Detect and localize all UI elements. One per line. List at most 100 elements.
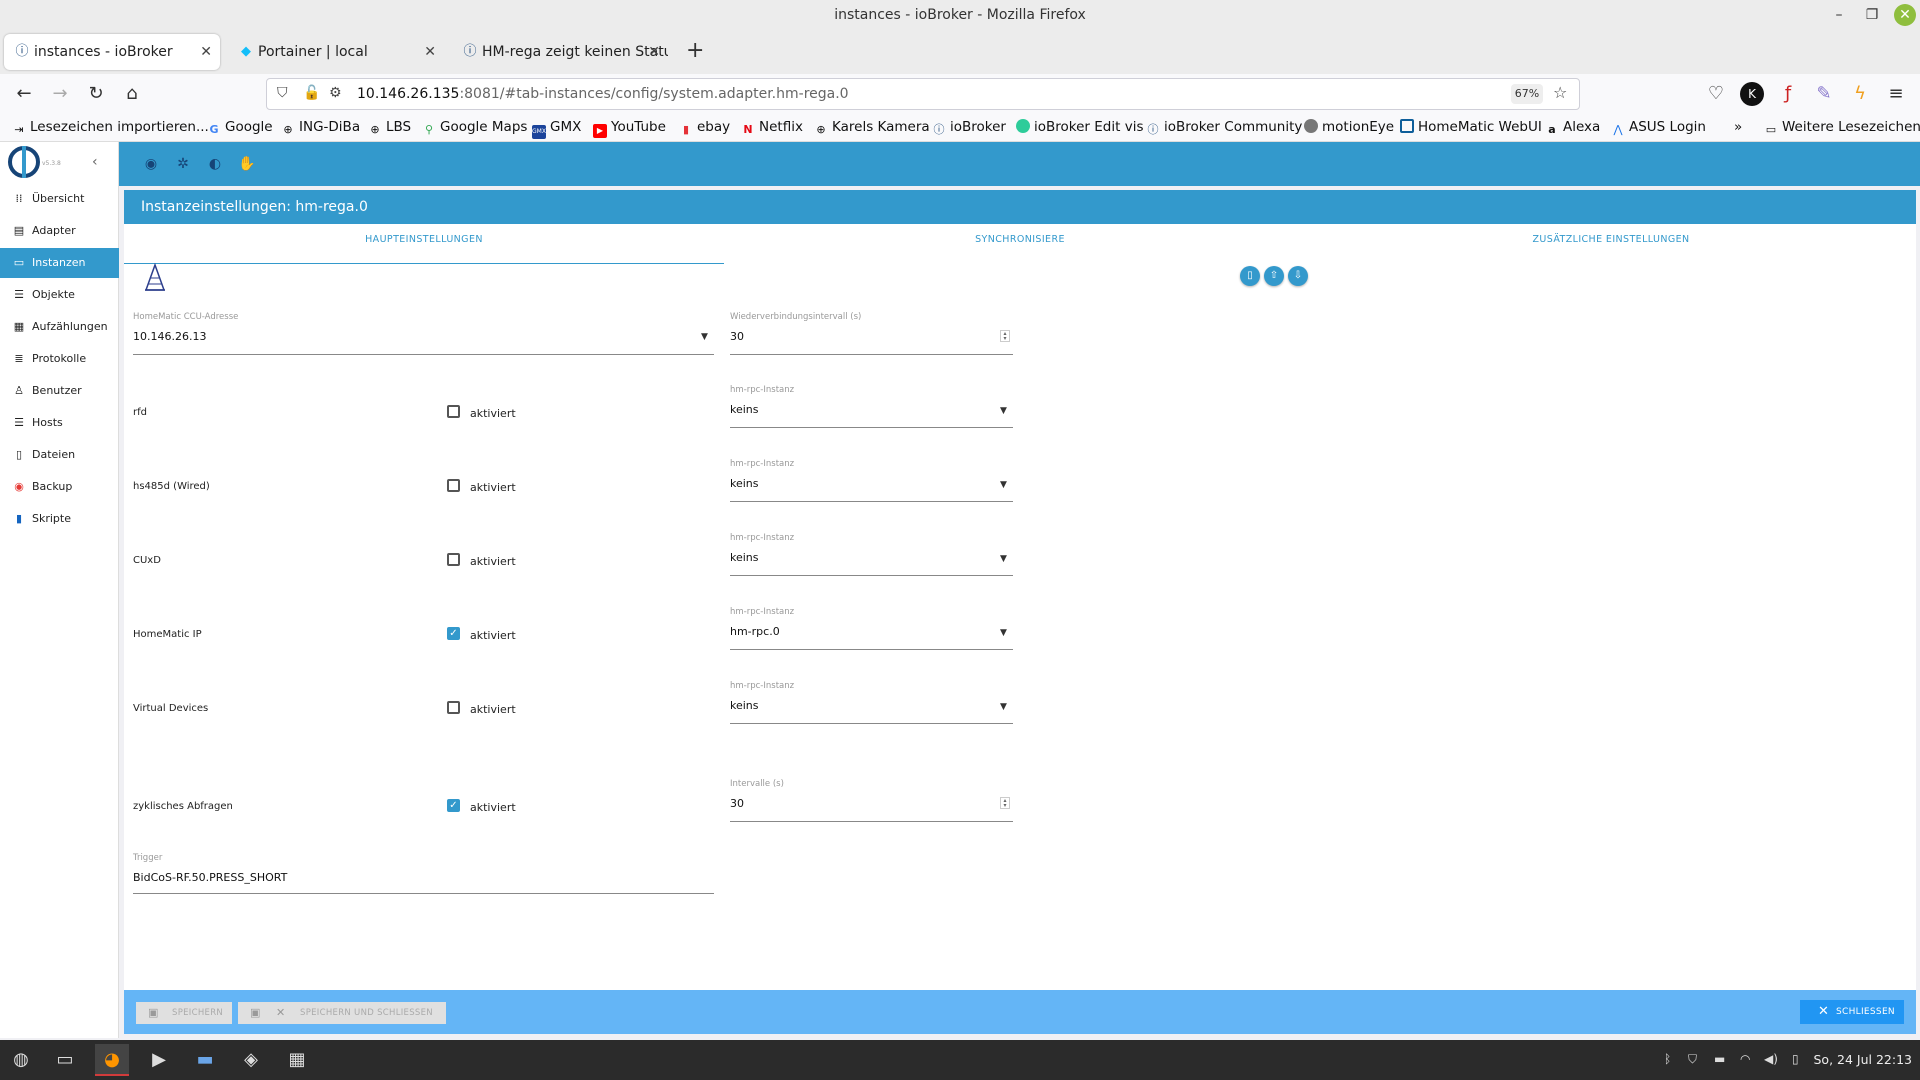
sidebar-item-instanzen[interactable]: ▭ Instanzen — [0, 248, 119, 278]
zoom-indicator[interactable]: 67% — [1511, 84, 1543, 104]
home-icon[interactable]: ⌂ — [120, 82, 144, 106]
reload-icon[interactable]: ↻ — [84, 82, 108, 106]
bookmark-item[interactable]: a Alexa — [1545, 119, 1600, 137]
browser-tab-portainer[interactable]: ◆ Portainer | local ✕ — [228, 34, 444, 70]
chevron-left-icon[interactable]: ‹ — [92, 154, 98, 170]
bookmark-folder-other[interactable]: ▭ Weitere Lesezeichen — [1764, 119, 1920, 137]
cuxd-instance-select[interactable]: keins — [730, 551, 759, 564]
show-desktop-icon[interactable]: ▭ — [48, 1044, 82, 1076]
close-tab-icon[interactable]: ✕ — [648, 34, 660, 70]
account-icon[interactable]: K — [1740, 82, 1764, 106]
browser-tab-forum[interactable]: ⓘ HM-rega zeigt keinen Status ✕ — [452, 34, 668, 70]
hs485d-checkbox[interactable] — [447, 479, 460, 492]
close-window-icon[interactable]: ✕ — [1894, 4, 1916, 26]
bluetooth-icon[interactable]: ᛒ — [1664, 1052, 1671, 1066]
homematic-ip-checkbox[interactable]: ✓ — [447, 627, 460, 640]
files-folder-icon[interactable]: ▬ — [188, 1044, 222, 1076]
bookmark-item[interactable]: ⚲ Google Maps — [422, 119, 527, 137]
spreadsheet-icon[interactable]: ▦ — [280, 1044, 314, 1076]
maximize-icon[interactable]: ❐ — [1861, 4, 1883, 26]
bookmark-item[interactable]: GMX GMX — [532, 119, 581, 139]
keyboard-icon[interactable]: ▬ — [1714, 1052, 1725, 1066]
bookmark-star-icon[interactable]: ☆ — [1553, 83, 1567, 102]
bookmark-item[interactable]: ▮ ebay — [679, 119, 730, 137]
sidebar-item-protokolle[interactable]: ≣ Protokolle — [0, 344, 119, 374]
bookmark-item[interactable]: ⊕ LBS — [368, 119, 411, 137]
security-shield-icon[interactable]: ⛉ — [1688, 1052, 1697, 1067]
sidebar-item-uebersicht[interactable]: ⁞⁞ Übersicht — [0, 184, 119, 214]
ccu-address-select[interactable]: 10.146.26.13 — [133, 330, 206, 343]
cuxd-checkbox[interactable] — [447, 553, 460, 566]
wifi-icon[interactable]: ◠ — [1740, 1052, 1750, 1066]
tab-synchronisiere[interactable]: SYNCHRONISIERE — [720, 234, 1320, 254]
bookmarks-overflow-icon[interactable]: » — [1734, 119, 1742, 135]
save-and-close-button[interactable]: ▣ ✕ SPEICHERN UND SCHLIESSEN — [238, 1002, 446, 1024]
terminal-icon[interactable]: ▶ — [142, 1044, 176, 1076]
pocket-icon[interactable]: ♡ — [1704, 82, 1728, 106]
homematic-ip-instance-select[interactable]: hm-rpc.0 — [730, 625, 780, 638]
insecure-lock-icon[interactable]: 🔓 — [303, 85, 320, 101]
bookmark-item[interactable]: ⊕ ING-DiBa — [281, 119, 360, 137]
new-tab-button[interactable]: + — [686, 38, 704, 63]
clock[interactable]: So, 24 Jul 22:13 — [1814, 1052, 1913, 1067]
sidebar-item-adapter[interactable]: ▤ Adapter — [0, 216, 119, 246]
rfd-checkbox[interactable] — [447, 405, 460, 418]
reconnect-interval-input[interactable]: 30 — [730, 330, 744, 343]
chevron-down-icon[interactable]: ▼ — [1000, 628, 1007, 638]
rfd-instance-select[interactable]: keins — [730, 403, 759, 416]
polling-checkbox[interactable]: ✓ — [447, 799, 460, 812]
polling-interval-input[interactable]: 30 — [730, 797, 744, 810]
close-tab-icon[interactable]: ✕ — [200, 34, 212, 70]
back-icon[interactable]: ← — [12, 82, 36, 106]
virtual-devices-checkbox[interactable] — [447, 701, 460, 714]
url-text[interactable]: 10.146.26.135:8081/#tab-instances/config… — [357, 86, 849, 102]
bookmark-item[interactable]: ⓘ ioBroker — [932, 119, 1006, 137]
bookmark-item[interactable]: N Netflix — [741, 119, 803, 137]
sidebar-item-benutzer[interactable]: ♙ Benutzer — [0, 376, 119, 406]
eye-icon[interactable]: ◉ — [141, 154, 161, 174]
hs485d-instance-select[interactable]: keins — [730, 477, 759, 490]
number-spinner-icon[interactable]: ▴ ▾ — [1000, 797, 1010, 809]
image-viewer-icon[interactable]: ◈ — [234, 1044, 268, 1076]
number-spinner-icon[interactable]: ▴ ▾ — [1000, 330, 1010, 342]
forward-icon[interactable]: → — [48, 82, 72, 106]
bookmark-item[interactable]: ⓘ ioBroker Community — [1146, 119, 1303, 137]
save-button[interactable]: ▣ SPEICHERN — [136, 1002, 232, 1024]
menu-icon[interactable]: ≡ — [1884, 82, 1908, 106]
bookmark-item[interactable]: ⋀ ASUS Login — [1611, 119, 1705, 137]
sidebar-item-backup[interactable]: ◉ Backup — [0, 472, 119, 502]
memory-icon[interactable]: ◐ — [205, 154, 225, 174]
shield-icon[interactable]: ⛉ — [277, 85, 288, 101]
chevron-down-icon[interactable]: ▼ — [1000, 480, 1007, 490]
sidebar-item-skripte[interactable]: ▮ Skripte — [0, 504, 119, 534]
permissions-icon[interactable]: ⚙ — [329, 85, 342, 101]
sidebar-item-aufzaehlungen[interactable]: ▦ Aufzählungen — [0, 312, 119, 342]
volume-icon[interactable]: ◀) — [1764, 1052, 1778, 1066]
chevron-down-icon[interactable]: ▼ — [1000, 554, 1007, 564]
wrench-icon[interactable]: ✲ — [173, 154, 193, 174]
chevron-down-icon[interactable]: ▼ — [701, 332, 708, 342]
bookmark-item[interactable]: G Google — [207, 119, 272, 137]
sidebar-item-hosts[interactable]: ☰ Hosts — [0, 408, 119, 438]
tab-haupteinstellungen[interactable]: HAUPTEINSTELLUNGEN — [124, 234, 724, 264]
sidebar-item-objekte[interactable]: ☰ Objekte — [0, 280, 119, 310]
trigger-input[interactable]: BidCoS-RF.50.PRESS_SHORT — [133, 871, 287, 884]
help-icon[interactable]: ▯ — [1240, 266, 1260, 286]
chevron-down-icon[interactable]: ▼ — [1000, 406, 1007, 416]
chevron-down-icon[interactable]: ▼ — [1000, 702, 1007, 712]
close-dialog-button[interactable]: ✕ SCHLIESSEN — [1800, 1000, 1904, 1024]
bookmark-item[interactable]: motionEye — [1304, 119, 1394, 135]
extension-icon[interactable]: ✎ — [1812, 82, 1836, 106]
firefox-icon[interactable]: ◕ — [95, 1044, 129, 1076]
url-bar[interactable]: ⛉ 🔓 ⚙ 10.146.26.135:8081/#tab-instances/… — [266, 78, 1580, 110]
battery-icon[interactable]: ▯ — [1792, 1052, 1799, 1066]
sidebar-item-dateien[interactable]: ▯ Dateien — [0, 440, 119, 470]
minimize-icon[interactable]: – — [1828, 4, 1850, 26]
bookmark-item[interactable]: ioBroker Edit vis — [1016, 119, 1143, 135]
bookmark-item[interactable]: HomeMatic WebUI — [1400, 119, 1542, 135]
tab-zusaetzliche-einstellungen[interactable]: ZUSÄTZLICHE EINSTELLUNGEN — [1311, 234, 1911, 254]
bookmark-item[interactable]: ⇥ Lesezeichen importieren... — [12, 119, 208, 137]
close-tab-icon[interactable]: ✕ — [424, 34, 436, 70]
virtual-devices-instance-select[interactable]: keins — [730, 699, 759, 712]
bookmark-item[interactable]: ▶ YouTube — [593, 119, 666, 138]
